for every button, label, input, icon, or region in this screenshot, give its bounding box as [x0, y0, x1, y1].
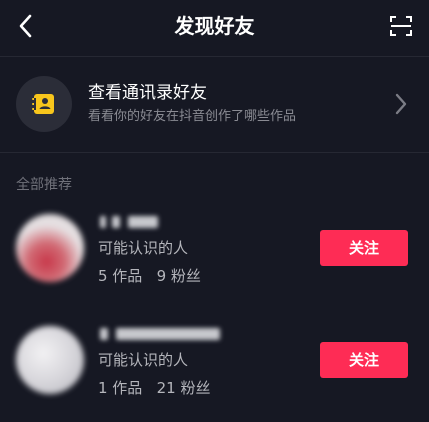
follow-button[interactable]: 关注	[320, 230, 408, 266]
contacts-subtitle: 看看你的好友在抖音创作了哪些作品	[88, 109, 297, 124]
avatar[interactable]	[16, 326, 84, 394]
chevron-right-icon	[389, 92, 413, 116]
user-relation: 可能认识的人	[98, 351, 189, 369]
user-stats: 5 作品 9 粉丝	[98, 267, 201, 285]
user-relation: 可能认识的人	[98, 239, 189, 257]
contacts-divider	[0, 152, 429, 153]
contacts-entry[interactable]: 查看通讯录好友 看看你的好友在抖音创作了哪些作品	[0, 60, 429, 148]
user-stats: 1 作品 21 粉丝	[98, 379, 211, 397]
user-name-redacted	[98, 212, 228, 234]
scan-icon	[390, 16, 412, 36]
user-name-redacted	[98, 324, 228, 346]
follow-button[interactable]: 关注	[320, 342, 408, 378]
page-title: 发现好友	[174, 14, 255, 38]
list-item[interactable]: 可能认识的人 5 作品 9 粉丝 关注	[0, 214, 429, 310]
list-item[interactable]: 可能认识的人 1 作品 21 粉丝 关注	[0, 326, 429, 422]
section-label: 全部推荐	[16, 177, 72, 193]
contact-book-icon	[32, 94, 54, 114]
contacts-title: 查看通讯录好友	[88, 83, 207, 103]
top-bar: 发现好友	[0, 0, 429, 52]
header-divider	[0, 56, 429, 57]
contacts-icon-wrap	[16, 76, 72, 132]
avatar[interactable]	[16, 214, 84, 282]
scan-button[interactable]	[387, 12, 415, 40]
